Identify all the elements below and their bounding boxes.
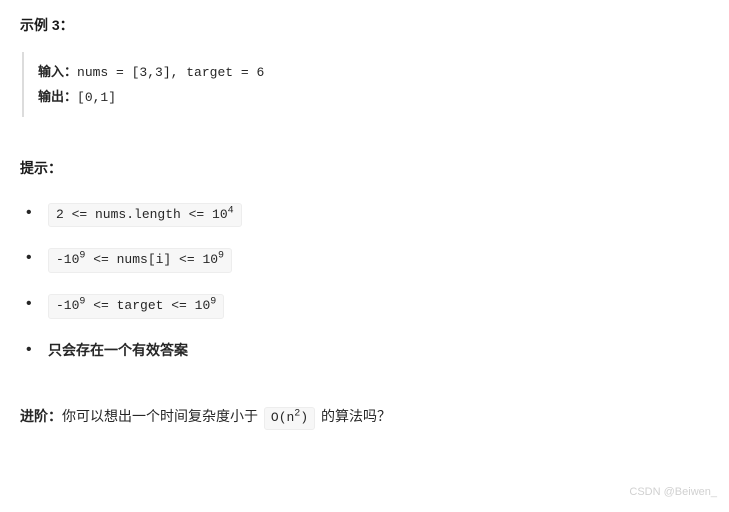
advanced-text-after: 的算法吗？ <box>317 408 391 424</box>
list-item: 只会存在一个有效答案 <box>26 339 709 361</box>
output-label: 输出： <box>38 89 77 104</box>
output-value: [0,1] <box>77 90 116 105</box>
complexity-code: O(n2) <box>264 407 315 430</box>
example-codeblock: 输入：nums = [3,3], target = 6 输出：[0,1] <box>22 52 709 117</box>
list-item: -109 <= target <= 109 <box>26 293 709 319</box>
advanced-section: 进阶：你可以想出一个时间复杂度小于 O(n2) 的算法吗？ <box>20 405 709 430</box>
constraint-unique-answer: 只会存在一个有效答案 <box>48 342 188 358</box>
list-item: 2 <= nums.length <= 104 <box>26 202 709 228</box>
hints-heading: 提示： <box>20 157 709 179</box>
constraint-target: -109 <= target <= 109 <box>48 294 224 319</box>
constraint-nums-length: 2 <= nums.length <= 104 <box>48 203 242 228</box>
hints-list: 2 <= nums.length <= 104 -109 <= nums[i] … <box>20 202 709 362</box>
example-heading: 示例 3： <box>20 14 709 36</box>
input-value: nums = [3,3], target = 6 <box>77 65 264 80</box>
constraint-nums-value: -109 <= nums[i] <= 109 <box>48 248 232 273</box>
output-line: 输出：[0,1] <box>38 85 709 109</box>
watermark: CSDN @Beiwen_ <box>629 484 717 502</box>
input-line: 输入：nums = [3,3], target = 6 <box>38 60 709 84</box>
advanced-lead: 进阶： <box>20 408 62 424</box>
advanced-text-before: 你可以想出一个时间复杂度小于 <box>62 408 262 424</box>
input-label: 输入： <box>38 64 77 79</box>
list-item: -109 <= nums[i] <= 109 <box>26 247 709 273</box>
